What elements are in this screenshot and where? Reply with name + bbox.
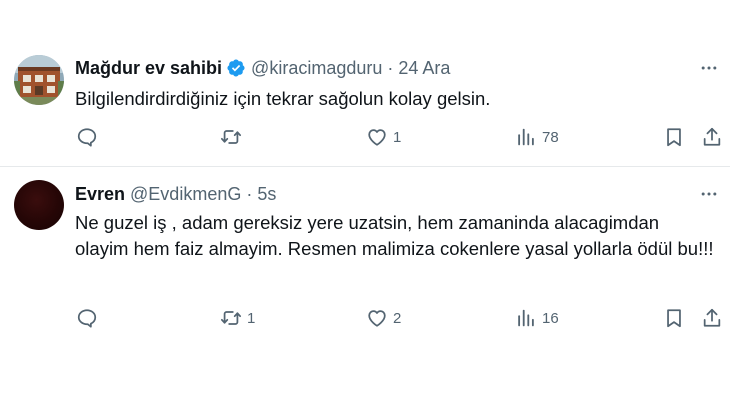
bookmark-button[interactable]: [663, 303, 685, 333]
verified-badge-icon: [226, 58, 246, 78]
separator: ·: [387, 57, 394, 78]
retweet-count: 1: [247, 309, 256, 327]
share-icon: [701, 307, 723, 329]
views-button[interactable]: 16: [515, 303, 559, 333]
tweet-text: Bilgilendirdirdiğiniz için tekrar sağolu…: [75, 88, 491, 109]
views-icon: [515, 126, 537, 148]
bookmark-button[interactable]: [663, 122, 685, 152]
timestamp[interactable]: 5s: [257, 184, 276, 205]
views-button[interactable]: 78: [515, 122, 559, 152]
like-icon: [366, 126, 388, 148]
retweet-button[interactable]: [220, 122, 247, 152]
share-button[interactable]: [701, 122, 723, 152]
display-name[interactable]: Mağdur ev sahibi: [75, 58, 222, 79]
retweet-button[interactable]: 1: [220, 303, 255, 333]
more-icon[interactable]: [696, 58, 722, 78]
tweet[interactable]: Mağdur ev sahibi @kiracimagduru · 24 Ara…: [0, 40, 730, 167]
share-icon: [701, 126, 723, 148]
more-icon[interactable]: [696, 184, 722, 204]
reply-icon: [76, 307, 98, 329]
retweet-icon: [220, 307, 242, 329]
handle[interactable]: @EvdikmenG: [130, 184, 241, 205]
views-count: 16: [542, 309, 559, 327]
tweet-header: Mağdur ev sahibi @kiracimagduru · 24 Ara: [75, 56, 450, 80]
tweet-text: Ne guzel iş , adam gereksiz yere uzatsin…: [75, 212, 714, 259]
avatar[interactable]: [14, 55, 64, 105]
like-button[interactable]: 1: [366, 122, 401, 152]
like-icon: [366, 307, 388, 329]
bookmark-icon: [663, 307, 685, 329]
retweet-icon: [220, 126, 242, 148]
like-count: 1: [393, 128, 402, 146]
bookmark-icon: [663, 126, 685, 148]
timestamp[interactable]: 24 Ara: [398, 58, 450, 79]
share-button[interactable]: [701, 303, 723, 333]
display-name[interactable]: Evren: [75, 184, 125, 205]
separator: ·: [246, 183, 253, 204]
tweet[interactable]: Evren @EvdikmenG · 5s Ne guzel iş , adam…: [0, 168, 730, 348]
reply-icon: [76, 126, 98, 148]
tweet-header: Evren @EvdikmenG · 5s: [75, 182, 276, 206]
like-count: 2: [393, 309, 402, 327]
action-bar: 1 78: [0, 122, 730, 152]
avatar[interactable]: [14, 180, 64, 230]
reply-button[interactable]: [76, 303, 98, 333]
views-count: 78: [542, 128, 559, 146]
like-button[interactable]: 2: [366, 303, 401, 333]
views-icon: [515, 307, 537, 329]
action-bar: 1 2 16: [0, 303, 730, 333]
handle[interactable]: @kiracimagduru: [251, 58, 382, 79]
reply-button[interactable]: [76, 122, 98, 152]
